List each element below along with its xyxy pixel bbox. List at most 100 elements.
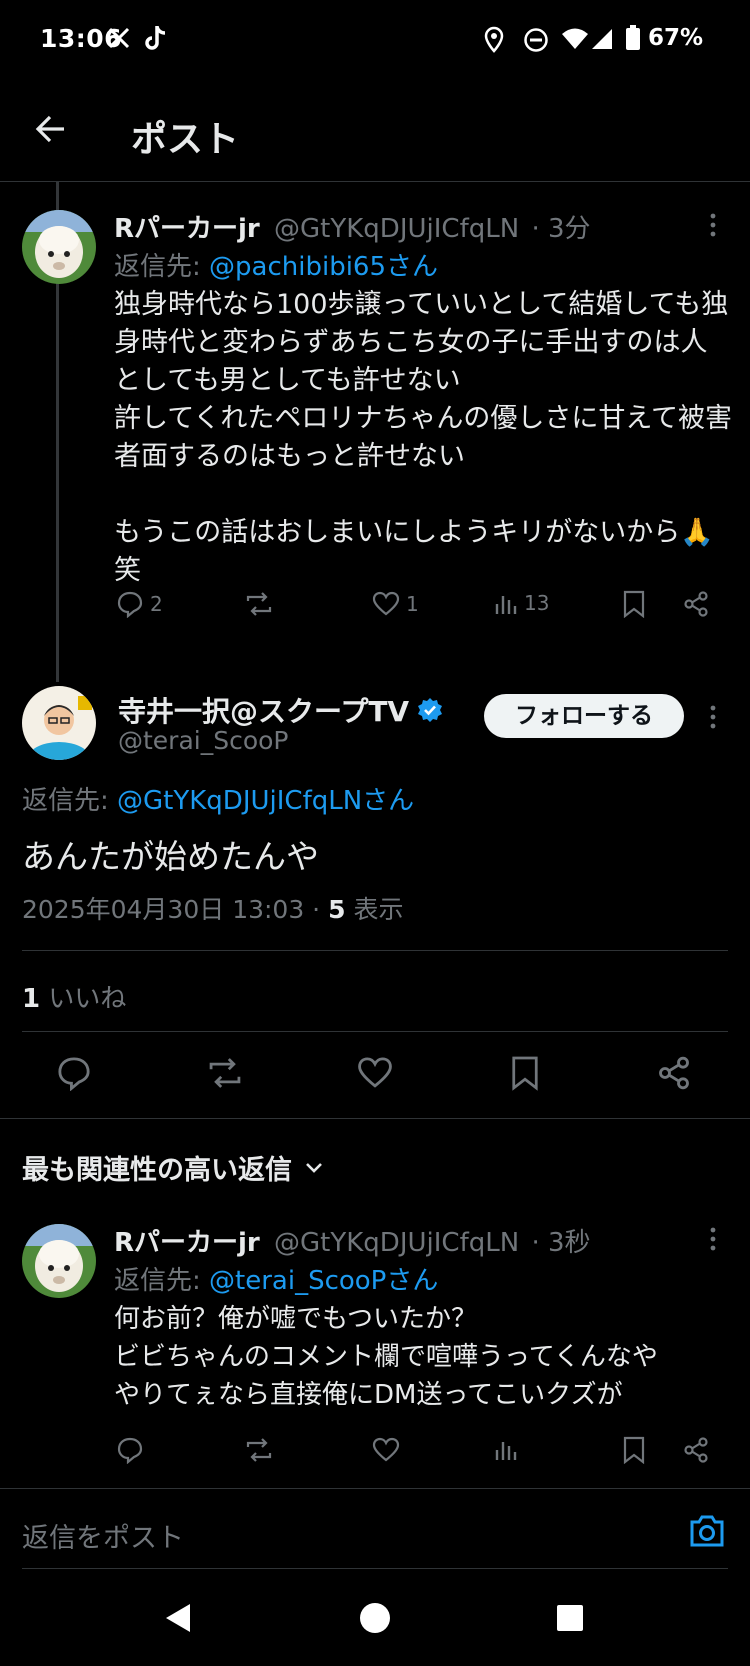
verified-badge-icon [418, 698, 443, 722]
views-label: 表示 [353, 895, 404, 924]
reply-icon [117, 1437, 143, 1464]
post-header: Rパーカーjr @GtYKqDJUjICfqLN · 3分 [114, 208, 591, 245]
top-header: ポスト [0, 82, 750, 182]
repost-icon[interactable] [206, 1055, 244, 1091]
reply-input[interactable]: 返信をポスト [22, 1516, 184, 1555]
reply-icon [117, 591, 143, 618]
back-arrow-icon[interactable] [34, 112, 68, 146]
alpaca-avatar-icon [22, 210, 96, 284]
reply-to-mention[interactable]: @pachibibi65さん [209, 252, 438, 282]
analytics-icon [495, 1442, 517, 1460]
reply-to-label: 返信先: [114, 1266, 201, 1296]
bookmark-button[interactable] [622, 590, 646, 618]
battery-percent: 67% [648, 25, 704, 51]
repost-icon [246, 1438, 272, 1462]
thread-parent-post[interactable]: Rパーカーjr @GtYKqDJUjICfqLN · 3分 返信先: @pach… [0, 182, 750, 652]
share-icon[interactable] [656, 1055, 692, 1091]
repost-button[interactable] [244, 590, 274, 618]
chevron-down-icon [306, 1162, 322, 1173]
reply-to-label: 返信先: [114, 252, 201, 282]
signal-icon [590, 26, 614, 50]
author-handle[interactable]: @GtYKqDJUjICfqLN [274, 214, 519, 244]
heart-icon [372, 1437, 400, 1462]
reply-to-label: 返信先: [22, 786, 109, 816]
reply-to-mention[interactable]: @terai_ScooPさん [209, 1266, 438, 1296]
reply-composer: 返信をポスト [0, 1490, 750, 1570]
heart-icon[interactable] [357, 1055, 393, 1091]
reply-button[interactable]: 2 [116, 590, 163, 618]
more-options-icon[interactable] [708, 212, 718, 238]
divider [0, 1118, 750, 1119]
sort-label: 最も関連性の高い返信 [22, 1155, 292, 1186]
reply-icon[interactable] [56, 1055, 92, 1091]
avatar[interactable] [22, 686, 96, 760]
share-icon [684, 591, 708, 617]
view-count: 13 [524, 591, 550, 615]
author-name-text: 寺井一択@スクープTV [118, 695, 410, 728]
divider [22, 950, 728, 951]
views-count: 5 [328, 895, 346, 924]
avatar[interactable] [22, 210, 96, 284]
page-title: ポスト [131, 119, 240, 160]
views-button[interactable]: 13 [494, 590, 549, 616]
bookmark-button[interactable] [622, 1436, 646, 1464]
author-name[interactable]: 寺井一択@スクープTV [118, 690, 443, 730]
post-text: 何お前？俺が嘘でもついたか？ ビビちゃんのコメント欄で喧嘩うってくんなや やりて… [114, 1304, 658, 1410]
system-nav-bar [0, 1570, 750, 1666]
status-bar: 13:06 67% [0, 0, 750, 82]
likes-summary[interactable]: 1 いいね [22, 978, 126, 1015]
post-time: · 3分 [531, 214, 591, 244]
like-button[interactable]: 1 [372, 590, 419, 618]
bookmark-icon [623, 1436, 645, 1464]
analytics-icon [495, 596, 517, 614]
reply-count: 2 [150, 592, 163, 616]
dnd-icon [523, 27, 549, 53]
heart-icon [372, 591, 400, 616]
like-count: 1 [406, 592, 419, 616]
camera-icon[interactable] [688, 1514, 726, 1548]
alpaca-avatar-icon [22, 1224, 96, 1298]
nav-recents-icon[interactable] [556, 1604, 584, 1632]
avatar[interactable] [22, 1224, 96, 1298]
repost-icon [246, 592, 272, 616]
follow-button[interactable]: フォローする [484, 694, 684, 738]
bookmark-icon[interactable] [510, 1055, 540, 1091]
post-time: · 3秒 [531, 1228, 591, 1258]
wifi-icon [561, 27, 589, 51]
nav-home-icon[interactable] [359, 1602, 391, 1634]
author-handle[interactable]: @terai_ScooP [118, 726, 289, 755]
share-button[interactable] [682, 590, 710, 618]
focused-post: 寺井一択@スクープTV @terai_ScooP フォローする 返信先: @Gt… [0, 682, 750, 952]
post-text: 独身時代なら100歩譲っていいとして結婚しても独身時代と変わらずあちこち女の子に… [114, 289, 733, 586]
tiktok-icon [144, 24, 168, 52]
bookmark-icon [623, 590, 645, 618]
share-button[interactable] [682, 1436, 710, 1464]
reply-button[interactable] [116, 1436, 144, 1464]
author-name[interactable]: Rパーカーjr [114, 214, 260, 244]
repost-button[interactable] [244, 1436, 274, 1464]
post-header: Rパーカーjr @GtYKqDJUjICfqLN · 3秒 [114, 1222, 591, 1259]
share-icon [684, 1437, 708, 1463]
reply-post[interactable]: Rパーカーjr @GtYKqDJUjICfqLN · 3秒 返信先: @tera… [0, 1210, 750, 1490]
author-handle[interactable]: @GtYKqDJUjICfqLN [274, 1228, 519, 1258]
reply-to-line: 返信先: @terai_ScooPさん [114, 1260, 438, 1297]
person-avatar-icon [22, 686, 96, 760]
battery-icon [625, 25, 641, 51]
reply-to-mention[interactable]: @GtYKqDJUjICfqLNさん [117, 786, 414, 816]
post-text: あんたが始めたんや [22, 837, 319, 876]
divider [0, 1488, 750, 1489]
views-button[interactable] [494, 1436, 518, 1462]
reply-to-line: 返信先: @pachibibi65さん [114, 246, 438, 283]
likes-label: いいね [48, 984, 127, 1014]
author-name[interactable]: Rパーカーjr [114, 1228, 260, 1258]
more-options-icon[interactable] [708, 704, 718, 730]
location-icon [483, 26, 505, 54]
more-options-icon[interactable] [708, 1226, 718, 1252]
sort-dropdown[interactable]: 最も関連性の高い返信 [22, 1148, 324, 1187]
main-action-bar [0, 1055, 750, 1095]
divider [22, 1031, 728, 1032]
nav-back-icon[interactable] [164, 1602, 192, 1634]
like-button[interactable] [372, 1436, 400, 1464]
divider [22, 1568, 728, 1569]
post-meta: 2025年04月30日 13:03 · 5 表示 [22, 890, 403, 926]
